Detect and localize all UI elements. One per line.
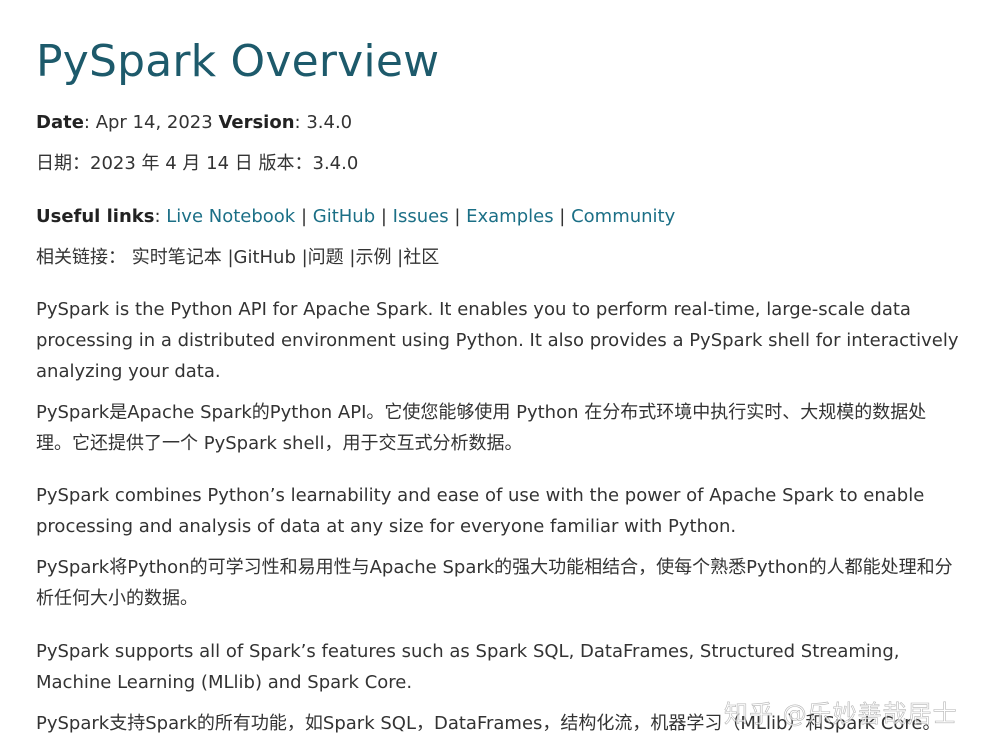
version-label: Version xyxy=(218,112,295,133)
page-title: PySpark Overview xyxy=(36,36,440,87)
useful-links-zh: 相关链接： 实时笔记本 |GitHub |问题 |示例 |社区 xyxy=(36,247,440,268)
link-live-notebook[interactable]: Live Notebook xyxy=(166,206,295,227)
date-label: Date xyxy=(36,112,84,133)
version-value: : 3.4.0 xyxy=(294,112,353,133)
paragraph-combines-zh: PySpark将Python的可学习性和易用性与Apache Spark的强大功… xyxy=(36,557,953,609)
date-value: : Apr 14, 2023 xyxy=(83,112,219,133)
watermark: 知乎 @乐妙善哉居士 xyxy=(724,700,958,729)
paragraph-intro-zh: PySpark是Apache Spark的Python API。它使您能够使用 … xyxy=(36,402,927,454)
link-github[interactable]: GitHub xyxy=(313,206,375,227)
link-community[interactable]: Community xyxy=(571,206,675,227)
link-issues[interactable]: Issues xyxy=(393,206,449,227)
release-info: Date: Apr 14, 2023 Version: 3.4.0 xyxy=(36,107,352,138)
paragraph-intro: PySpark is the Python API for Apache Spa… xyxy=(36,299,959,382)
useful-links: Useful links: Live Notebook | GitHub | I… xyxy=(36,201,675,232)
useful-links-label: Useful links xyxy=(36,206,155,227)
link-separator: | xyxy=(375,206,393,227)
useful-links-colon: : xyxy=(154,206,167,227)
paragraph-features: PySpark supports all of Spark’s features… xyxy=(36,641,900,693)
paragraph-combines: PySpark combines Python’s learnability a… xyxy=(36,485,925,537)
link-separator: | xyxy=(448,206,467,227)
link-separator: | xyxy=(295,206,313,227)
release-info-zh: 日期：2023 年 4 月 14 日 版本：3.4.0 xyxy=(36,153,359,174)
link-examples[interactable]: Examples xyxy=(466,206,553,227)
link-separator: | xyxy=(553,206,572,227)
